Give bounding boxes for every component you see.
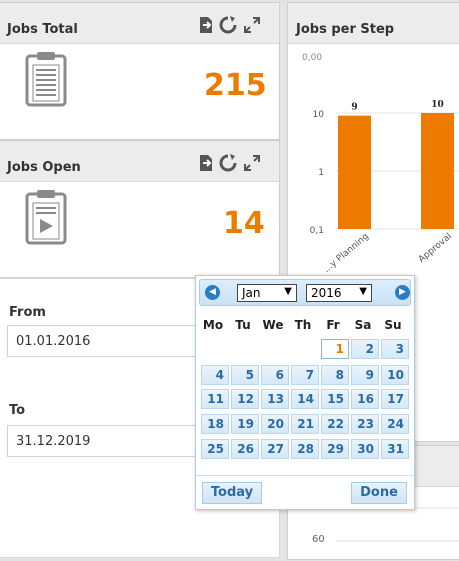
y-tick-label: 1 [318, 168, 324, 178]
jobs-open-panel: Jobs Open 14 [0, 140, 280, 278]
weekday-th: Th [294, 318, 312, 332]
export-icon[interactable] [197, 16, 215, 34]
jobs-open-value: 14 [223, 206, 265, 241]
day-cell[interactable]: 8 [321, 365, 349, 385]
data-label: 9 [351, 103, 357, 113]
prev-month-icon[interactable]: ◀ [205, 285, 220, 300]
day-cell[interactable]: 29 [321, 439, 349, 459]
weekday-we: We [262, 318, 284, 332]
day-cell[interactable]: 28 [291, 439, 319, 459]
day-cell[interactable]: 18 [201, 414, 229, 434]
chevron-down-icon: ▼ [284, 286, 292, 297]
day-cell[interactable]: 19 [231, 414, 259, 434]
bar [421, 113, 454, 229]
day-cell[interactable]: 13 [261, 389, 289, 409]
datepicker-popup: ◀ Jan ▼ 2016 ▼ ▶ Mo Tu We Th Fr Sa Su 1 … [195, 275, 415, 510]
day-cell[interactable]: 12 [231, 389, 259, 409]
day-cell[interactable]: 14 [291, 389, 319, 409]
jobs-total-value: 215 [204, 68, 267, 103]
expand-icon[interactable] [243, 154, 261, 172]
expand-icon[interactable] [243, 16, 261, 34]
day-cell[interactable]: 30 [351, 439, 379, 459]
y-tick-label: 10 [313, 110, 325, 120]
jobs-total-header: Jobs Total [0, 3, 279, 44]
y-tick-label: 0,1 [310, 226, 324, 236]
weekday-tu: Tu [235, 318, 251, 332]
day-cell[interactable]: 11 [201, 389, 229, 409]
day-cell[interactable]: 21 [291, 414, 319, 434]
lower-chart-tick: 60 [312, 534, 325, 545]
from-date-input[interactable]: 01.01.2016 [7, 325, 207, 357]
day-cell[interactable]: 20 [261, 414, 289, 434]
month-value: Jan [242, 286, 261, 300]
day-cell[interactable]: 17 [381, 389, 409, 409]
day-cell[interactable]: 5 [231, 365, 259, 385]
today-button[interactable]: Today [202, 482, 262, 504]
from-label: From [9, 305, 46, 320]
next-month-icon[interactable]: ▶ [395, 285, 410, 300]
day-cell[interactable]: 4 [201, 365, 229, 385]
day-cell[interactable]: 9 [351, 365, 379, 385]
year-value: 2016 [311, 286, 342, 300]
year-select[interactable]: 2016 ▼ [306, 284, 372, 302]
day-cell[interactable]: 23 [351, 414, 379, 434]
day-cell[interactable]: 22 [321, 414, 349, 434]
day-cell[interactable]: 7 [291, 365, 319, 385]
day-cell[interactable]: 25 [201, 439, 229, 459]
day-cell[interactable]: 31 [381, 439, 409, 459]
weekday-sa: Sa [354, 318, 372, 332]
clipboard-icon [25, 52, 67, 107]
weekday-su: Su [384, 318, 402, 332]
clipboard-play-icon [25, 190, 67, 245]
day-cell[interactable]: 16 [351, 389, 379, 409]
weekday-mo: Mo [202, 318, 224, 332]
day-cell[interactable]: 10 [381, 365, 409, 385]
done-button[interactable]: Done [351, 482, 407, 504]
day-cell-selected[interactable]: 1 [321, 339, 349, 359]
refresh-icon[interactable] [219, 154, 237, 172]
jobs-total-panel: Jobs Total 215 [0, 2, 280, 140]
day-cell[interactable]: 26 [231, 439, 259, 459]
day-cell[interactable]: 3 [381, 339, 409, 359]
weekday-fr: Fr [326, 318, 340, 332]
zoom-icon[interactable]: 0,00 [302, 53, 322, 63]
day-cell[interactable]: 24 [381, 414, 409, 434]
jobs-total-title: Jobs Total [7, 22, 78, 37]
to-label: To [9, 403, 26, 418]
datepicker-header: ◀ Jan ▼ 2016 ▼ ▶ [199, 279, 411, 306]
month-select[interactable]: Jan ▼ [237, 284, 297, 302]
x-tick-label: ...y Planning [322, 232, 371, 275]
day-cell[interactable]: 2 [351, 339, 379, 359]
jobs-open-title: Jobs Open [7, 160, 81, 175]
day-cell[interactable]: 6 [261, 365, 289, 385]
day-cell[interactable]: 15 [321, 389, 349, 409]
export-icon[interactable] [197, 154, 215, 172]
data-label: 10 [431, 100, 444, 110]
refresh-icon[interactable] [219, 16, 237, 34]
chevron-down-icon: ▼ [359, 286, 367, 297]
x-tick-label: Approval [417, 232, 454, 265]
to-date-input[interactable]: 31.12.2019 [7, 425, 207, 457]
bar [338, 115, 371, 229]
jobs-open-header: Jobs Open [0, 141, 279, 182]
day-cell[interactable]: 27 [261, 439, 289, 459]
